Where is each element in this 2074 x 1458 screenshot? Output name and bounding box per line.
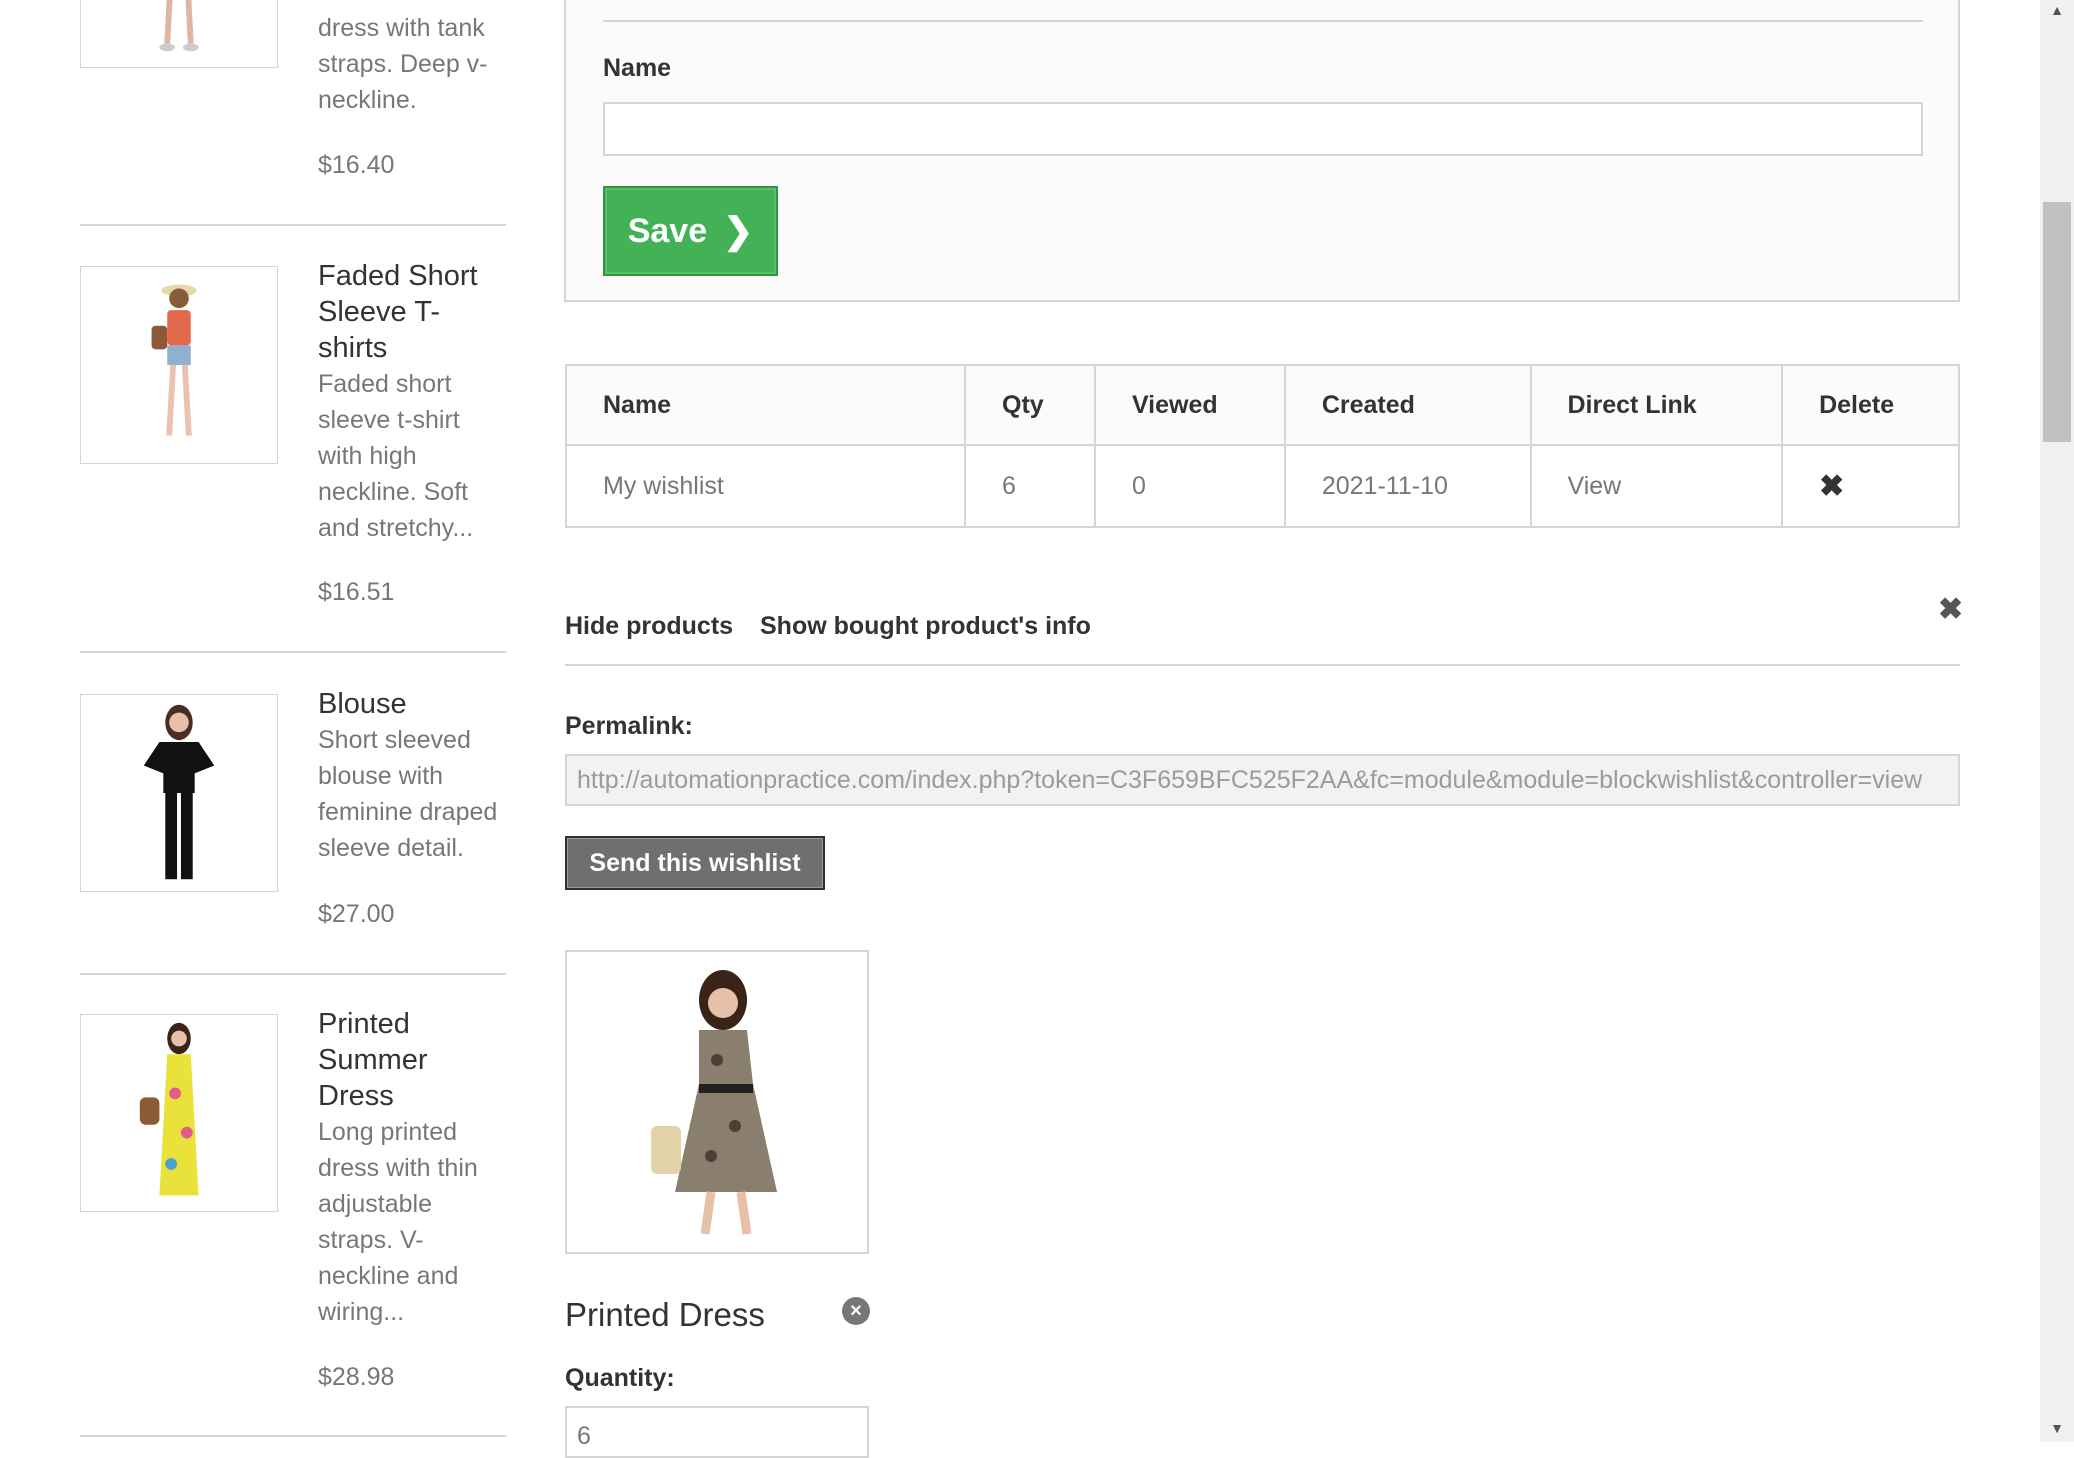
save-button-label: Save (627, 211, 708, 250)
product-image-thumbnail[interactable] (80, 694, 278, 892)
wishlist-table: Name Qty Viewed Created Direct Link Dele… (564, 364, 1960, 528)
remove-circle-icon[interactable]: × (842, 1297, 870, 1325)
divider (603, 20, 1923, 22)
column-header-created: Created (1283, 364, 1532, 446)
table-row: My wishlist 6 0 2021-11-10 View ✖ (564, 444, 1960, 528)
quantity-label: Quantity: (565, 1364, 675, 1392)
product-title[interactable]: Blouse (318, 686, 518, 722)
column-header-name: Name (564, 364, 967, 446)
wishlist-product-image[interactable] (565, 950, 869, 1254)
delete-cell: ✖ (1781, 444, 1960, 528)
model-photo (139, 1022, 199, 1196)
view-link[interactable]: View (1529, 444, 1784, 528)
quantity-input[interactable]: 6 (565, 1406, 869, 1458)
save-button[interactable]: Save ❯ (603, 186, 778, 276)
column-header-direct-link: Direct Link (1529, 364, 1784, 446)
product-image-thumbnail[interactable] (80, 0, 278, 68)
column-header-delete: Delete (1781, 364, 1960, 446)
wishlist-name-link[interactable]: My wishlist (564, 444, 967, 528)
delete-icon[interactable]: ✖ (1819, 470, 1844, 503)
product-price: $28.98 (318, 1363, 395, 1391)
column-header-qty: Qty (964, 364, 1096, 446)
divider (80, 1435, 506, 1437)
table-header-row: Name Qty Viewed Created Direct Link Dele… (564, 364, 1960, 446)
wishlist-viewed: 0 (1093, 444, 1286, 528)
permalink-label: Permalink: (565, 712, 693, 740)
product-description: dress with tank straps. Deep v- neckline… (318, 14, 488, 114)
product-price: $27.00 (318, 900, 395, 928)
show-bought-info-link[interactable]: Show bought product's info (760, 612, 1091, 641)
divider (80, 224, 506, 226)
product-description: Short sleeved blouse with feminine drape… (318, 726, 498, 862)
wishlist-product-title[interactable]: Printed Dress (565, 1296, 765, 1334)
model-photo (651, 970, 777, 1235)
permalink-field[interactable]: http://automationpractice.com/index.php?… (565, 754, 1960, 806)
wishlist-name-input[interactable] (603, 102, 1923, 156)
wishlist-qty: 6 (964, 444, 1096, 528)
hide-products-link[interactable]: Hide products (565, 612, 733, 641)
scroll-up-arrow-icon[interactable]: ▲ (2040, 2, 2074, 18)
divider (80, 973, 506, 975)
product-image-thumbnail[interactable] (80, 1014, 278, 1212)
model-photo (151, 284, 197, 436)
product-description: Faded short sleeve t-shirt with high nec… (318, 370, 474, 542)
product-price: $16.51 (318, 578, 395, 606)
product-price: $16.40 (318, 151, 395, 179)
product-title[interactable]: Faded Short Sleeve T- shirts (318, 258, 518, 366)
send-wishlist-button[interactable]: Send this wishlist (565, 836, 825, 890)
model-photo (143, 704, 215, 880)
scrollbar-thumb[interactable] (2043, 202, 2071, 442)
divider (565, 664, 1960, 666)
product-title[interactable]: Printed Summer Dress (318, 1006, 518, 1114)
wishlist-created: 2021-11-10 (1283, 444, 1532, 528)
divider (80, 651, 506, 653)
product-description: Long printed dress with thin adjustable … (318, 1118, 478, 1326)
close-icon[interactable]: ✖ (1938, 592, 1963, 627)
column-header-viewed: Viewed (1093, 364, 1286, 446)
scroll-down-arrow-icon[interactable]: ▼ (2040, 1420, 2074, 1436)
product-image-thumbnail[interactable] (80, 266, 278, 464)
chevron-right-icon: ❯ (723, 210, 754, 251)
model-photo (159, 0, 199, 52)
name-field-label: Name (603, 54, 672, 82)
